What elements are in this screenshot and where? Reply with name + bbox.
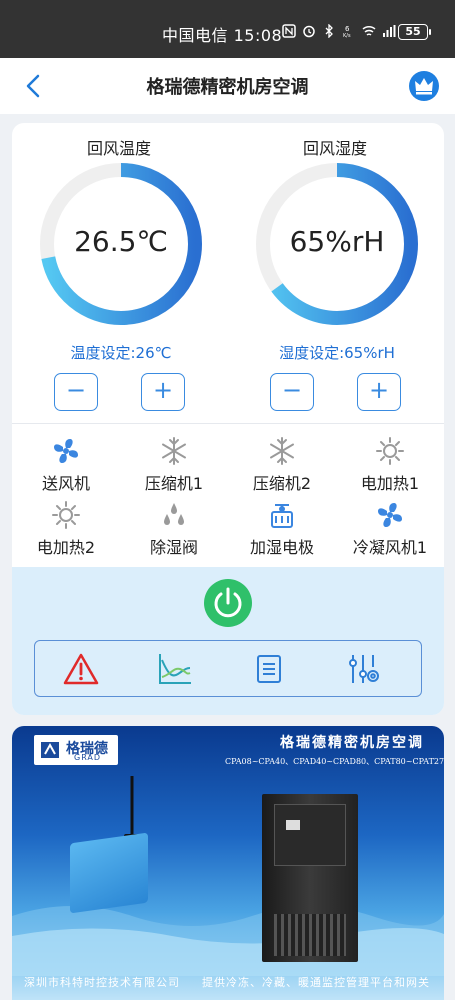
device-electric-heater-1: 电加热1 [340, 436, 440, 494]
alarm-icon[interactable] [63, 652, 99, 686]
status-card: 回风温度 26.5℃ 回风湿度 65%rH 温度设定:26℃ 湿度设定:65%r… [12, 123, 444, 715]
power-button[interactable] [204, 579, 252, 627]
humidifier-icon [271, 504, 293, 528]
temperature-increase-button[interactable]: + [141, 373, 185, 411]
device-label: 电加热2 [36, 538, 96, 557]
droplets-icon [164, 503, 184, 525]
temperature-decrease-button[interactable]: − [54, 373, 98, 411]
svg-text:K/s: K/s [343, 33, 351, 38]
brand-logo: 格瑞德 GRAD [34, 735, 118, 765]
page-title: 格瑞德精密机房空调 [146, 77, 309, 98]
wifi-icon [362, 25, 376, 36]
snowflake-icon [162, 437, 186, 465]
humidity-value: 65%rH [289, 225, 385, 258]
app-header: 格瑞德精密机房空调 [0, 58, 455, 114]
humidity-increase-button[interactable]: + [357, 373, 401, 411]
device-compressor-1: 压缩机1 [124, 436, 224, 494]
alarm-clock-icon [303, 25, 315, 38]
power-icon [214, 587, 242, 618]
fan-icon [378, 503, 402, 527]
divider [12, 423, 444, 424]
battery-indicator: 55 [398, 24, 431, 40]
banner-company: 深圳市科特时控技术有限公司 [24, 976, 180, 989]
status-text: 中国电信 15:08 [162, 26, 283, 45]
nfc-icon [282, 24, 296, 38]
crown-icon [415, 78, 433, 95]
crown-button[interactable] [409, 71, 439, 101]
fan-icon [54, 439, 78, 463]
device-label: 冷凝风机1 [352, 538, 428, 557]
list-icon[interactable] [251, 652, 287, 686]
banner-title: 格瑞德精密机房空调 [280, 735, 424, 751]
humidity-decrease-button[interactable]: − [270, 373, 314, 411]
function-toolbar [34, 640, 422, 697]
banner-models: CPA08~CPA40、CPAD40~CPAD80、CPAT80~CPAT270 [225, 757, 444, 766]
device-electric-heater-2: 电加热2 [16, 500, 116, 558]
device-compressor-2: 压缩机2 [232, 436, 332, 494]
control-panel [12, 567, 444, 715]
brand-logo-icon [41, 742, 59, 758]
device-label: 压缩机1 [144, 474, 204, 493]
device-label: 电加热1 [360, 474, 420, 493]
promo-banner[interactable]: 格瑞德 GRAD 格瑞德精密机房空调 CPA08~CPA40、CPAD40~CP… [12, 726, 444, 1000]
device-humidifier-electrode: 加湿电极 [232, 500, 332, 558]
svg-text:6: 6 [345, 25, 350, 33]
device-dehumidify-valve: 除湿阀 [124, 500, 224, 558]
snowflake-icon [270, 437, 294, 465]
humidity-setpoint: 湿度设定:65%rH [279, 344, 395, 362]
device-condenser-fan-1: 冷凝风机1 [340, 500, 440, 558]
device-supply-fan: 送风机 [16, 436, 116, 494]
sun-icon [52, 501, 80, 529]
brand-logo-subtext: GRAD [74, 753, 102, 762]
banner-slogan: 提供冷冻、冷藏、暖通监控管理平台和网关 [202, 976, 430, 989]
status-icons: 6 K/s [282, 24, 396, 38]
status-bar: 中国电信 15:08 6 K/s 55 [0, 0, 455, 58]
chart-icon[interactable] [157, 652, 193, 686]
temperature-value: 26.5℃ [74, 225, 168, 258]
network-speed-icon: 6K/s [343, 25, 351, 38]
gauge-label-humidity: 回风湿度 [303, 139, 368, 158]
settings-icon[interactable] [345, 652, 381, 686]
temperature-setpoint: 温度设定:26℃ [70, 344, 172, 362]
device-label: 压缩机2 [252, 474, 312, 493]
device-label: 除湿阀 [149, 538, 198, 557]
gateway-module-graphic [70, 832, 148, 914]
ac-cabinet-graphic [262, 794, 358, 962]
device-label: 加湿电极 [249, 538, 314, 557]
signal-icon [383, 25, 396, 37]
sun-icon [376, 437, 404, 465]
device-label: 送风机 [41, 474, 90, 493]
bluetooth-icon [325, 24, 333, 38]
gauge-label-temperature: 回风温度 [87, 139, 152, 158]
